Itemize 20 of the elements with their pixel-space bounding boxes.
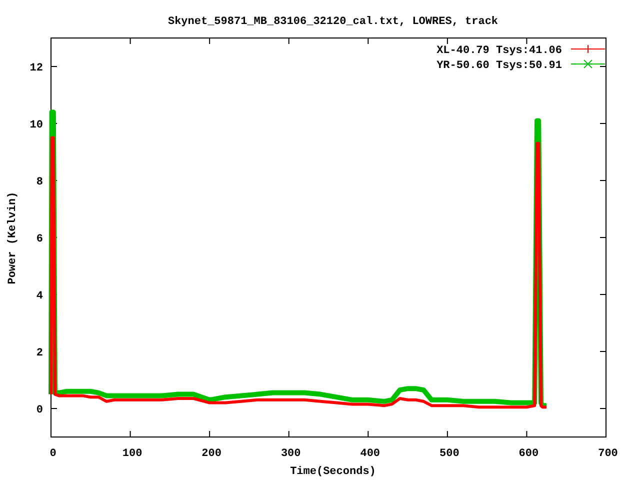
axis-tick-label: 10	[30, 120, 43, 132]
axis-tick-label: 300	[280, 448, 301, 460]
axis-tick-label: 200	[202, 448, 222, 460]
axis-tick-label: 12	[30, 62, 43, 74]
legend-label: YR-50.60 Tsys:50.91	[436, 60, 562, 72]
axis-tick-label: 0	[36, 404, 43, 416]
axis-tick-label: 2	[36, 348, 43, 360]
axis-label: Time(Seconds)	[290, 466, 376, 478]
axis-tick-label: 500	[440, 448, 460, 460]
axis-label: Power (Kelvin)	[7, 192, 19, 284]
axis-tick-label: 8	[36, 176, 43, 188]
chart-title: Skynet_59871_MB_83106_32120_cal.txt, LOWRES, track	[168, 16, 498, 28]
axis-tick-label: 100	[122, 448, 142, 460]
axis-tick-label: 0	[50, 448, 56, 460]
axis-tick-label: 600	[518, 448, 539, 460]
axis-tick-label: 4	[36, 290, 43, 302]
legend-label: XL-40.79 Tsys:41.06	[436, 45, 562, 57]
axis-tick-label: 700	[598, 448, 618, 460]
axis-tick-label: 6	[36, 234, 43, 246]
axis-tick-label: 400	[360, 448, 380, 460]
